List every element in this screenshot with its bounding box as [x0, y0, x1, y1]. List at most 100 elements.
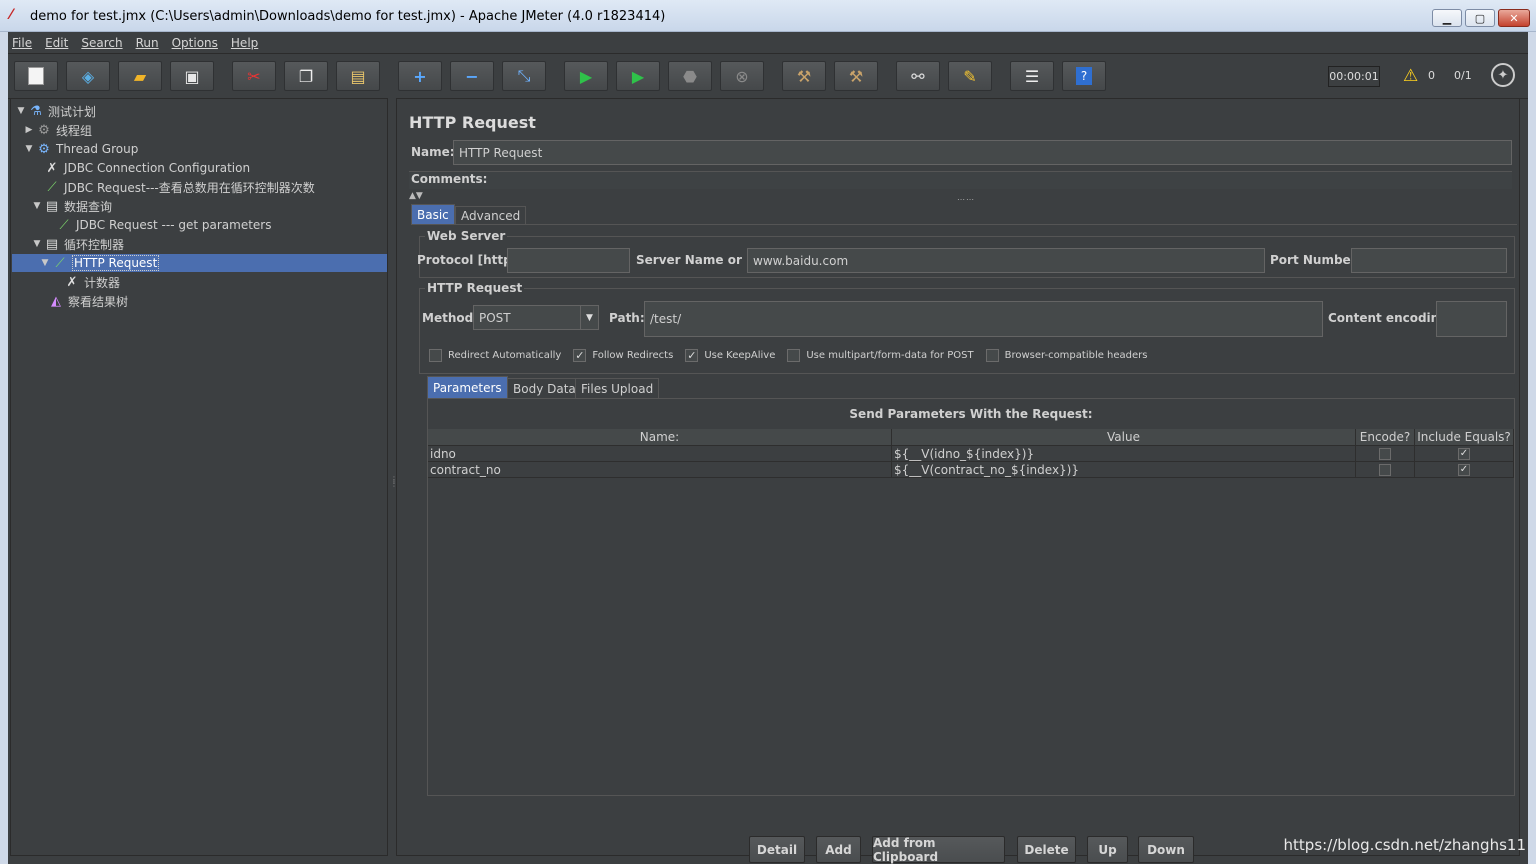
checkbox-label: Follow Redirects	[592, 350, 674, 361]
copy-button[interactable]: ❐	[284, 61, 328, 91]
follow-redirects-option[interactable]: ✓ Follow Redirects	[573, 349, 673, 362]
tree-item-jdbc-config[interactable]: ✗ JDBC Connection Configuration	[43, 159, 251, 177]
protocol-field[interactable]	[507, 248, 630, 273]
reset-search-button[interactable]: ✎	[948, 61, 992, 91]
help-button[interactable]: ?	[1062, 61, 1106, 91]
expand-button[interactable]: +	[398, 61, 442, 91]
function-helper-button[interactable]: ☰	[1010, 61, 1054, 91]
minimize-button[interactable]: ▁	[1432, 9, 1462, 27]
multipart-option[interactable]: Use multipart/form-data for POST	[787, 349, 974, 362]
chevron-down-icon[interactable]: ▼	[15, 106, 27, 116]
warning-icon[interactable]: ⚠	[1403, 67, 1418, 85]
stop-button[interactable]: ⬣	[668, 61, 712, 91]
tab-body-data[interactable]: Body Data	[507, 378, 582, 398]
menu-edit[interactable]: Edit	[45, 36, 68, 50]
column-header-name[interactable]: Name:	[428, 429, 892, 446]
up-button[interactable]: Up	[1087, 836, 1128, 863]
close-button[interactable]: ✕	[1498, 9, 1530, 27]
path-field[interactable]: /test/	[644, 301, 1323, 337]
column-header-include-equals[interactable]: Include Equals?	[1415, 429, 1514, 446]
encoding-field[interactable]	[1436, 301, 1507, 337]
keepalive-option[interactable]: ✓ Use KeepAlive	[685, 349, 775, 362]
templates-button[interactable]: ◈	[66, 61, 110, 91]
resize-grip-icon[interactable]: ⋯⋯	[957, 195, 975, 204]
chevron-down-icon[interactable]: ▼	[39, 258, 51, 268]
collapse-button[interactable]: −	[450, 61, 494, 91]
browser-headers-option[interactable]: Browser-compatible headers	[985, 349, 1148, 362]
clear-button[interactable]: ⚒	[782, 61, 826, 91]
toggle-button[interactable]: ⤡	[502, 61, 546, 91]
chevron-down-icon[interactable]: ▼	[23, 144, 35, 154]
menu-file[interactable]: File	[12, 36, 32, 50]
chevron-down-icon[interactable]: ▼	[580, 306, 598, 329]
start-no-pause-button[interactable]: ▶	[616, 61, 660, 91]
detail-button[interactable]: Detail	[749, 836, 805, 863]
open-button[interactable]: ▰	[118, 61, 162, 91]
encode-checkbox[interactable]	[1379, 447, 1391, 460]
shutdown-button[interactable]: ⊗	[720, 61, 764, 91]
save-button[interactable]: ▣	[170, 61, 214, 91]
table-cell-name[interactable]: contract_no	[428, 462, 892, 478]
menu-help[interactable]: Help	[231, 36, 258, 50]
include-equals-checkbox[interactable]: ✓	[1458, 463, 1470, 476]
table-cell-value[interactable]: ${__V(contract_no_${index})}	[892, 462, 1356, 478]
panel-splitter[interactable]: ⋮ ⋮	[388, 98, 398, 856]
method-value: POST	[479, 310, 511, 325]
tree-item-results-tree[interactable]: ◭ 察看结果树	[47, 292, 128, 310]
column-header-value[interactable]: Value	[892, 429, 1356, 446]
add-from-clipboard-button[interactable]: Add from Clipboard	[872, 836, 1005, 864]
port-field[interactable]	[1351, 248, 1507, 273]
tree-item-loop-controller[interactable]: ▼ ▤ 循环控制器	[31, 235, 124, 253]
table-cell-include[interactable]: ✓	[1415, 446, 1514, 462]
tab-advanced[interactable]: Advanced	[455, 206, 527, 225]
table-cell-name[interactable]: idno	[428, 446, 892, 462]
tree-item-label: 数据查询	[64, 199, 113, 214]
start-button[interactable]: ▶	[564, 61, 608, 91]
tab-files-upload[interactable]: Files Upload	[575, 378, 660, 398]
menu-search[interactable]: Search	[81, 36, 122, 50]
tab-basic[interactable]: Basic	[411, 204, 455, 224]
table-cell-value[interactable]: ${__V(idno_${index})}	[892, 446, 1356, 462]
keepalive-checkbox[interactable]: ✓	[685, 349, 699, 362]
column-header-encode[interactable]: Encode?	[1356, 429, 1415, 446]
encode-checkbox[interactable]	[1379, 463, 1391, 476]
table-cell-encode[interactable]	[1356, 462, 1415, 478]
chevron-right-icon[interactable]: ▶	[23, 125, 35, 135]
tree-item-data-query[interactable]: ▼ ▤ 数据查询	[31, 197, 112, 215]
chevron-down-icon[interactable]: ▼	[31, 201, 43, 211]
browser-headers-checkbox[interactable]	[985, 349, 999, 362]
redirect-auto-option[interactable]: Redirect Automatically	[429, 349, 561, 362]
tree-item-thread-group-cn[interactable]: ▶ ⚙ 线程组	[23, 121, 92, 139]
multipart-checkbox[interactable]	[787, 349, 801, 362]
table-cell-include[interactable]: ✓	[1415, 462, 1514, 478]
down-button[interactable]: Down	[1138, 836, 1194, 863]
search-button[interactable]: ⚯	[896, 61, 940, 91]
maximize-button[interactable]: ▢	[1465, 9, 1495, 27]
templates-icon: ◈	[81, 66, 95, 86]
follow-redirects-checkbox[interactable]: ✓	[573, 349, 587, 362]
delete-button[interactable]: Delete	[1017, 836, 1076, 863]
tree-item-test-plan[interactable]: ▼ ⚗ 测试计划	[15, 102, 96, 120]
new-button[interactable]	[14, 61, 58, 91]
table-cell-encode[interactable]	[1356, 446, 1415, 462]
add-button[interactable]: Add	[816, 836, 861, 863]
redirect-auto-checkbox[interactable]	[429, 349, 442, 362]
collapse-arrows-icon[interactable]: ▲▼	[409, 191, 423, 201]
menu-run[interactable]: Run	[136, 36, 159, 50]
cut-button[interactable]: ✂	[232, 61, 276, 91]
method-select[interactable]: POST ▼	[473, 305, 599, 330]
include-equals-checkbox[interactable]: ✓	[1458, 447, 1470, 460]
server-field[interactable]: www.baidu.com	[747, 248, 1265, 273]
tree-item-jdbc-request-params[interactable]: ⟋ JDBC Request --- get parameters	[55, 216, 271, 234]
chevron-down-icon[interactable]: ▼	[31, 239, 43, 249]
tab-parameters[interactable]: Parameters	[427, 376, 508, 398]
tree-item-thread-group[interactable]: ▼ ⚙ Thread Group	[23, 140, 139, 158]
menu-options[interactable]: Options	[172, 36, 218, 50]
tree-item-counter[interactable]: ✗ 计数器	[63, 273, 120, 291]
tree-item-http-request[interactable]: ▼ ⟋ HTTP Request	[12, 254, 387, 272]
comments-area[interactable]	[409, 171, 1512, 189]
paste-button[interactable]: ▤	[336, 61, 380, 91]
clear-all-button[interactable]: ⚒	[834, 61, 878, 91]
tree-item-jdbc-request-count[interactable]: ⟋ JDBC Request---查看总数用在循环控制器次数	[43, 178, 314, 196]
name-field[interactable]: HTTP Request	[453, 140, 1512, 165]
